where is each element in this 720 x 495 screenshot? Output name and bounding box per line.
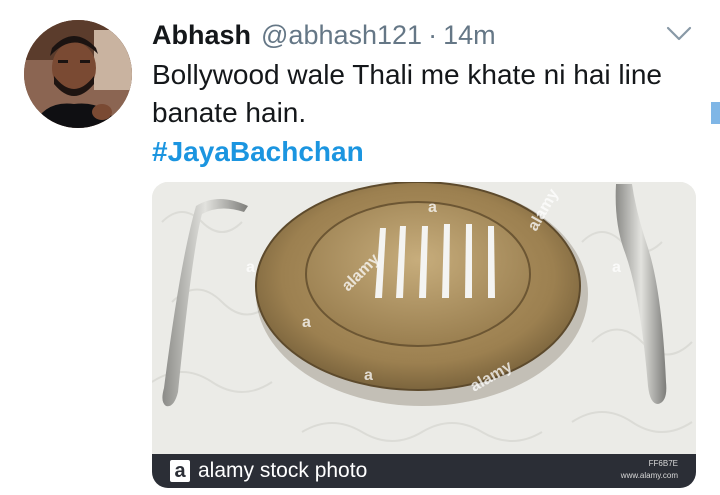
tweet-text: Bollywood wale Thali me khate ni hai lin… [152,59,662,128]
watermark: a [428,199,437,216]
header-separator: · [428,19,438,50]
timestamp[interactable]: 14m [443,20,496,51]
watermark: a [302,314,311,331]
image-id: FF6B7E [648,459,678,468]
avatar[interactable] [24,20,132,128]
watermark: a [612,259,621,276]
watermark: a [364,367,373,384]
tweet-media[interactable]: alamy alamy alamy a a a a a a alamy stoc… [152,182,696,488]
image-site: www.alamy.com [620,471,678,480]
hashtag-link[interactable]: #JayaBachchan [152,133,364,171]
stock-photo-banner: a alamy stock photo FF6B7E www.alamy.com [152,454,696,488]
media-photo: alamy alamy alamy a a a a a [152,182,696,454]
watermark: a [246,259,255,276]
chevron-down-icon[interactable] [664,24,694,44]
avatar-photo [24,20,132,128]
tweet-header: Abhash @abhash121 · 14m [152,18,496,52]
alamy-logo-icon: a [170,460,190,482]
scroll-indicator [711,102,720,124]
stock-image-id: FF6B7E www.alamy.com [621,458,678,482]
stock-caption: alamy stock photo [198,459,368,482]
author-handle[interactable]: @abhash121 [261,20,422,51]
author-name[interactable]: Abhash [152,20,251,51]
